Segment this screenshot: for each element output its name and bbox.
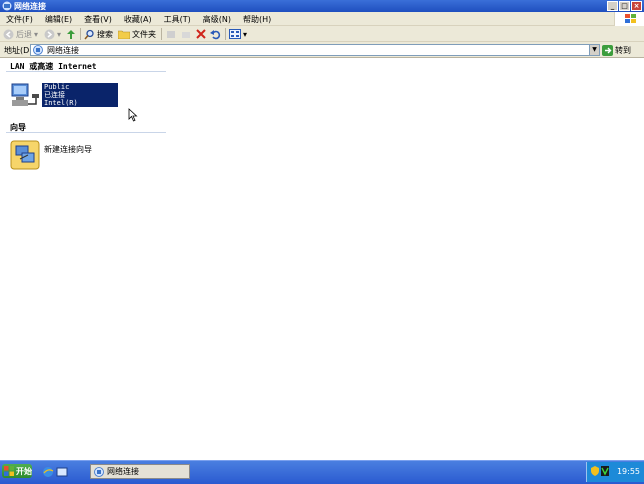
file-list-view[interactable]: LAN 或高速 Internet Public 已连接 Intel(R) PRO…	[0, 58, 644, 460]
windows-logo	[614, 12, 644, 26]
address-label: 地址(D)	[4, 46, 33, 55]
connection-device: Intel(R) PRO/100...	[44, 99, 87, 115]
internet-explorer-icon[interactable]	[42, 466, 54, 478]
delete-icon	[196, 29, 206, 39]
taskbar: 开始 网络连接 19:55	[0, 460, 644, 484]
toolbar-separator	[80, 28, 81, 40]
views-button[interactable]: ▾	[229, 28, 247, 40]
forward-arrow-icon	[44, 29, 55, 39]
windows-flag-icon	[625, 14, 636, 23]
menu-bar: 文件(F) 编辑(E) 查看(V) 收藏(A) 工具(T) 高级(N) 帮助(H…	[0, 12, 644, 26]
forward-button[interactable]: ▾	[44, 28, 61, 40]
wizard-label: 新建连接向导	[44, 145, 92, 154]
group-divider	[6, 71, 166, 72]
lan-connection-icon	[11, 83, 39, 106]
views-icon	[229, 29, 241, 39]
move-to-button[interactable]	[166, 28, 177, 40]
connection-label: Public 已连接 Intel(R) PRO/100...	[42, 83, 118, 115]
up-button[interactable]	[66, 28, 76, 40]
undo-icon	[210, 29, 221, 39]
menu-file[interactable]: 文件(F)	[6, 14, 33, 25]
search-button[interactable]: 搜索	[84, 28, 113, 40]
search-icon	[84, 29, 94, 39]
connection-item-public[interactable]: Public 已连接 Intel(R) PRO/100...	[10, 82, 122, 115]
back-arrow-icon	[3, 29, 14, 39]
address-value: 网络连接	[47, 45, 79, 55]
shield-icon[interactable]	[591, 466, 599, 476]
new-connection-wizard-item[interactable]: 新建连接向导	[10, 140, 120, 172]
title-bar[interactable]: 网络连接 _ □ ×	[0, 0, 644, 12]
taskbar-item-network-connections[interactable]: 网络连接	[90, 464, 190, 479]
folder-icon	[118, 30, 130, 39]
address-bar: 地址(D) 网络连接 ▼ 转到	[0, 42, 644, 58]
toolbar-separator	[225, 28, 226, 40]
toolbar-separator	[161, 28, 162, 40]
delete-button[interactable]	[196, 28, 206, 40]
minimize-button[interactable]: _	[607, 1, 618, 11]
standard-toolbar: 后退 ▾ ▾ 搜索 文件夹 ▾	[0, 26, 644, 42]
mouse-cursor-icon	[128, 108, 138, 122]
chevron-down-icon: ▾	[57, 29, 62, 39]
connection-name: Public	[44, 83, 70, 91]
antivirus-icon[interactable]	[601, 466, 609, 476]
group-divider	[6, 132, 166, 133]
menu-help[interactable]: 帮助(H)	[243, 14, 271, 25]
undo-button[interactable]	[210, 28, 221, 40]
folders-button[interactable]: 文件夹	[118, 28, 156, 40]
copy-to-icon	[182, 31, 190, 38]
system-tray: 19:55	[586, 462, 644, 482]
network-connections-icon	[94, 466, 104, 477]
menu-view[interactable]: 查看(V)	[84, 14, 112, 25]
address-dropdown-button[interactable]: ▼	[589, 45, 599, 55]
move-to-icon	[167, 30, 175, 38]
connection-status: 已连接	[44, 91, 65, 99]
window-title: 网络连接	[14, 2, 46, 11]
back-button[interactable]: 后退 ▾	[3, 28, 38, 40]
clock: 19:55	[616, 467, 640, 476]
go-arrow-icon	[602, 44, 613, 56]
start-button[interactable]: 开始	[2, 464, 32, 478]
close-button[interactable]: ×	[631, 1, 642, 11]
copy-to-button[interactable]	[181, 28, 192, 40]
chevron-down-icon: ▾	[34, 29, 39, 39]
windows-flag-icon	[4, 466, 14, 476]
network-connections-icon	[33, 45, 43, 55]
menu-advanced[interactable]: 高级(N)	[203, 14, 231, 25]
menu-favorites[interactable]: 收藏(A)	[124, 14, 152, 25]
menu-tools[interactable]: 工具(T)	[164, 14, 191, 25]
show-desktop-icon[interactable]	[56, 466, 68, 478]
network-connections-icon	[2, 1, 12, 11]
new-connection-wizard-icon	[10, 140, 40, 170]
address-input[interactable]: 网络连接 ▼	[30, 44, 600, 56]
up-folder-icon	[67, 29, 75, 39]
chevron-down-icon: ▾	[243, 29, 248, 39]
go-button[interactable]: 转到	[602, 44, 631, 56]
maximize-button[interactable]: □	[619, 1, 630, 11]
menu-edit[interactable]: 编辑(E)	[45, 14, 72, 25]
